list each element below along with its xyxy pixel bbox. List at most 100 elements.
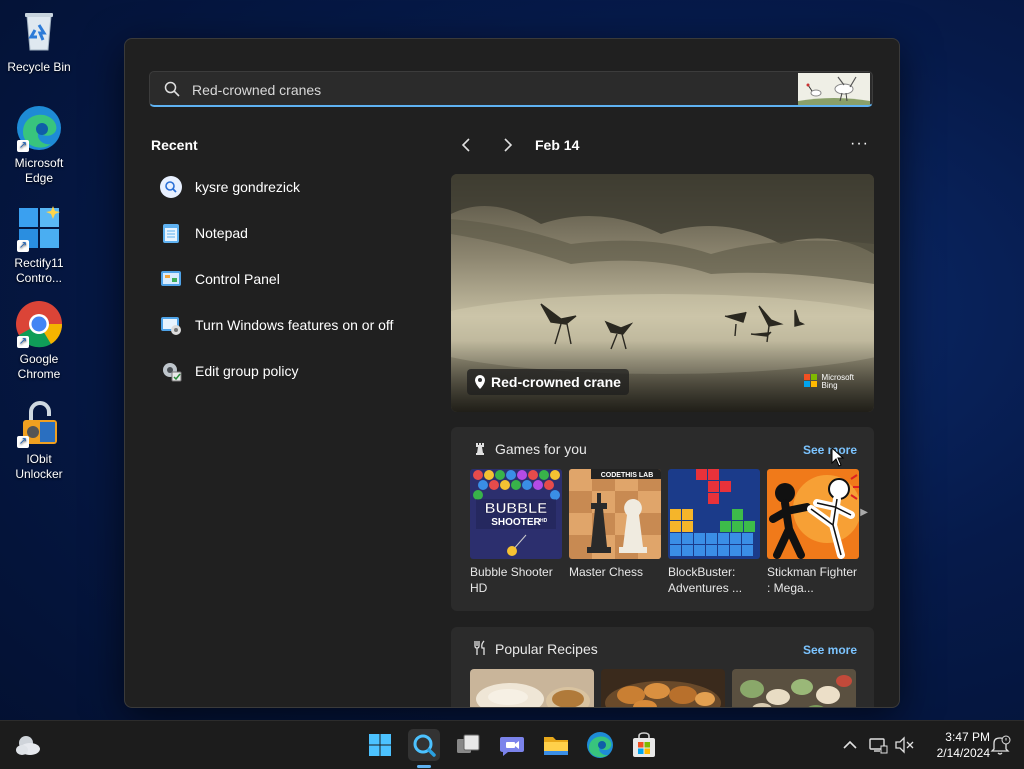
- highlights-nav: Feb 14 ···: [455, 133, 875, 157]
- iobit-unlocker-icon: ↗: [15, 400, 63, 448]
- group-policy-icon: [163, 363, 182, 382]
- edge-icon: [587, 732, 613, 758]
- shortcut-arrow-icon: ↗: [17, 336, 29, 348]
- recent-item-label: Edit group policy: [195, 363, 299, 379]
- next-button[interactable]: [495, 133, 519, 157]
- folder-icon: [544, 737, 568, 755]
- recent-item-control-panel[interactable]: Control Panel: [151, 261, 421, 297]
- bubble-logo-line3: HD: [540, 518, 548, 524]
- search-box[interactable]: [149, 71, 873, 107]
- desktop-icon-recycle-bin[interactable]: Recycle Bin: [2, 8, 76, 75]
- game-name: Bubble Shooter HD: [470, 565, 553, 595]
- game-name: BlockBuster: Adventures ...: [668, 565, 743, 595]
- game-tile-master-chess[interactable]: CODETHIS LAB Master Chess: [569, 469, 661, 580]
- edge-taskbar-button[interactable]: [584, 729, 616, 761]
- games-card: Games for you See more BUBBLE SHOOTER HD…: [451, 427, 874, 611]
- chrome-icon: ↗: [15, 300, 63, 348]
- bubble-logo-line2: SHOOTER: [491, 517, 541, 528]
- game-thumbnail: [767, 469, 859, 559]
- store-button[interactable]: [628, 729, 660, 761]
- task-view-icon: [457, 734, 480, 753]
- recipe-thumbnail[interactable]: [732, 669, 856, 707]
- chevron-right-icon: [504, 138, 513, 152]
- hero-caption-label: Red-crowned crane: [491, 374, 621, 390]
- recent-item-label: Control Panel: [195, 271, 280, 287]
- show-hidden-icons-button[interactable]: [836, 729, 864, 761]
- location-pin-icon: [475, 375, 485, 389]
- game-thumbnail: CODETHIS LAB: [569, 469, 661, 559]
- recent-item-label: kysre gondrezick: [195, 179, 301, 195]
- desktop-icon-label: IObit Unlocker: [15, 452, 63, 481]
- search-input[interactable]: [190, 78, 754, 102]
- desktop-icon-label: Microsoft Edge: [14, 156, 64, 185]
- recent-item-label: Notepad: [195, 225, 248, 241]
- games-title: Games for you: [495, 441, 587, 457]
- desktop-icon-label: Recycle Bin: [7, 60, 71, 74]
- game-tile-blockbuster[interactable]: BlockBuster: Adventures ...: [668, 469, 760, 596]
- edge-icon: ↗: [15, 104, 63, 152]
- game-name: Stickman Fighter : Mega...: [767, 565, 858, 595]
- fork-knife-icon: [474, 640, 485, 655]
- volume-button[interactable]: [892, 729, 916, 761]
- recent-heading: Recent: [151, 137, 198, 153]
- windows-features-icon: [161, 317, 181, 335]
- taskbar: 3:47 PM 2/14/2024: [0, 720, 1024, 769]
- recent-item-label: Turn Windows features on or off: [195, 317, 394, 333]
- chevron-left-icon: [461, 138, 470, 152]
- desktop-icon-chrome[interactable]: ↗ Google Chrome: [2, 300, 76, 382]
- hero-image-card[interactable]: Red-crowned crane Microsoft Bing: [451, 174, 874, 412]
- game-thumbnail: BUBBLE SHOOTER HD: [470, 469, 562, 559]
- desktop-icon-iobit-unlocker[interactable]: ↗ IObit Unlocker: [2, 400, 76, 482]
- crane-illustration-icon: [798, 73, 870, 105]
- search-icon: [164, 81, 180, 97]
- game-tile-stickman-fighter[interactable]: Stickman Fighter : Mega...: [767, 469, 859, 596]
- microsoft-logo-icon: [803, 374, 818, 388]
- desktop-icon-edge[interactable]: ↗ Microsoft Edge: [2, 104, 76, 186]
- scroll-right-arrow-icon[interactable]: ▶: [860, 507, 868, 518]
- clock-time: 3:47 PM: [945, 730, 990, 744]
- volume-muted-icon: [895, 736, 914, 754]
- microsoft-bing-logo: Microsoft Bing: [803, 374, 854, 390]
- games-see-more-link[interactable]: See more: [803, 443, 857, 457]
- file-explorer-button[interactable]: [540, 729, 572, 761]
- recipes-see-more-link[interactable]: See more: [803, 643, 857, 657]
- shortcut-arrow-icon: ↗: [17, 240, 29, 252]
- chat-button[interactable]: [496, 729, 528, 761]
- recent-item-kysre-gondrezick[interactable]: kysre gondrezick: [151, 169, 421, 205]
- notifications-button[interactable]: [988, 729, 1012, 761]
- recipes-title: Popular Recipes: [495, 641, 598, 657]
- chevron-up-icon: [843, 740, 857, 749]
- windows-logo-icon: [369, 734, 391, 756]
- start-button[interactable]: [364, 729, 396, 761]
- taskbar-search-button[interactable]: [408, 729, 440, 761]
- network-status-button[interactable]: [866, 729, 890, 761]
- game-tile-bubble-shooter[interactable]: BUBBLE SHOOTER HD Bubble Shooter HD: [470, 469, 562, 596]
- recipe-thumbnail[interactable]: [601, 669, 725, 707]
- teams-chat-icon: [500, 737, 524, 756]
- clock[interactable]: 3:47 PM 2/14/2024: [920, 729, 990, 761]
- search-flyout-panel: Recent kysre gondrezick Notepad Control …: [124, 38, 900, 708]
- search-icon: [160, 176, 182, 198]
- recipe-thumbnail[interactable]: [470, 669, 594, 707]
- recent-item-windows-features[interactable]: Turn Windows features on or off: [151, 307, 421, 343]
- mouse-cursor-icon: [831, 447, 845, 467]
- game-name: Master Chess: [569, 565, 644, 579]
- recycle-bin-icon: [15, 8, 63, 56]
- clock-date: 2/14/2024: [936, 746, 990, 760]
- desktop-icon-label: Rectify11 Contro...: [14, 256, 64, 285]
- previous-button[interactable]: [455, 133, 479, 157]
- recent-item-notepad[interactable]: Notepad: [151, 215, 421, 251]
- desktop-icon-label: Google Chrome: [17, 352, 61, 381]
- shortcut-arrow-icon: ↗: [17, 436, 29, 448]
- shortcut-arrow-icon: ↗: [17, 140, 29, 152]
- codethislab-badge: CODETHIS LAB: [601, 472, 654, 479]
- task-view-button[interactable]: [452, 729, 484, 761]
- search-icon: [413, 734, 436, 757]
- recent-item-edit-group-policy[interactable]: Edit group policy: [151, 353, 421, 389]
- weather-widget-button[interactable]: [12, 729, 44, 761]
- desktop-icon-rectify11[interactable]: ↗ Rectify11 Contro...: [2, 204, 76, 286]
- more-options-button[interactable]: ···: [850, 135, 869, 153]
- hero-caption[interactable]: Red-crowned crane: [467, 369, 629, 395]
- control-panel-icon: [161, 271, 181, 286]
- bubble-logo-line1: BUBBLE: [485, 500, 548, 517]
